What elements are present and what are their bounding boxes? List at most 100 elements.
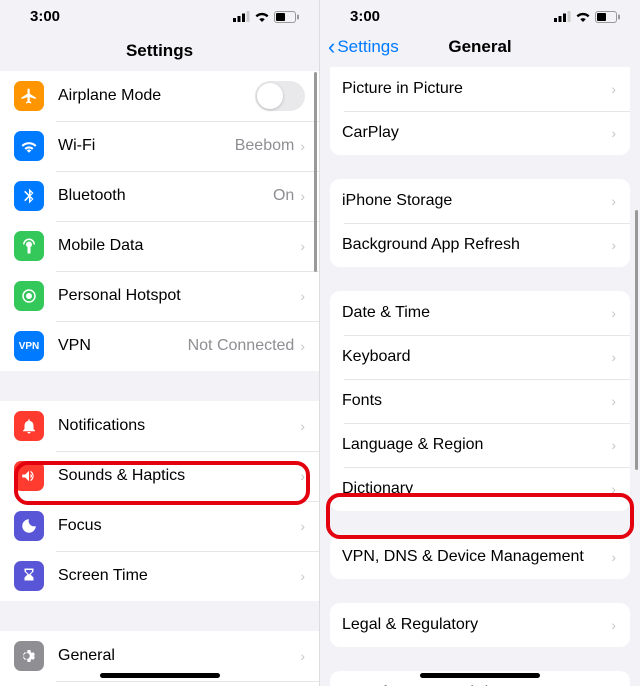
vpn-value: Not Connected bbox=[188, 337, 295, 355]
row-bluetooth[interactable]: Bluetooth On › bbox=[0, 171, 319, 221]
row-carplay[interactable]: CarPlay › bbox=[330, 111, 630, 155]
airplane-icon bbox=[14, 81, 44, 111]
hourglass-icon bbox=[14, 561, 44, 591]
row-label: Fonts bbox=[342, 392, 611, 410]
row-label: CarPlay bbox=[342, 124, 611, 142]
back-button[interactable]: ‹ Settings bbox=[328, 34, 399, 60]
chevron-icon: › bbox=[611, 237, 616, 253]
gear-icon bbox=[14, 641, 44, 671]
row-label: Keyboard bbox=[342, 348, 611, 366]
chevron-icon: › bbox=[611, 349, 616, 365]
wifi-icon bbox=[254, 11, 270, 22]
chevron-icon: › bbox=[611, 125, 616, 141]
row-label: Picture in Picture bbox=[342, 80, 611, 98]
row-label: Screen Time bbox=[58, 567, 300, 585]
status-time: 3:00 bbox=[30, 8, 60, 25]
chevron-icon: › bbox=[300, 518, 305, 534]
row-label: Wi-Fi bbox=[58, 137, 235, 155]
status-bar: 3:00 bbox=[0, 0, 319, 27]
chevron-icon: › bbox=[300, 188, 305, 204]
status-time: 3:00 bbox=[350, 8, 380, 25]
bell-icon bbox=[14, 411, 44, 441]
row-label: Dictionary bbox=[342, 480, 611, 498]
chevron-icon: › bbox=[611, 617, 616, 633]
status-bar: 3:00 bbox=[320, 0, 640, 27]
row-vpn[interactable]: VPN VPN Not Connected › bbox=[0, 321, 319, 371]
row-label: Legal & Regulatory bbox=[342, 616, 611, 634]
cellular-icon bbox=[233, 11, 250, 22]
row-iphone-storage[interactable]: iPhone Storage › bbox=[330, 179, 630, 223]
row-label: iPhone Storage bbox=[342, 192, 611, 210]
chevron-icon: › bbox=[300, 138, 305, 154]
row-label: Bluetooth bbox=[58, 187, 273, 205]
battery-icon bbox=[595, 11, 620, 23]
scroll-indicator bbox=[314, 72, 317, 272]
row-language-region[interactable]: Language & Region › bbox=[330, 423, 630, 467]
row-label: General bbox=[58, 647, 300, 665]
bluetooth-value: On bbox=[273, 187, 294, 205]
settings-group-connectivity: Airplane Mode Wi-Fi Beebom › Bluetooth O… bbox=[0, 71, 319, 371]
row-legal-regulatory[interactable]: Legal & Regulatory › bbox=[330, 603, 630, 647]
chevron-icon: › bbox=[611, 305, 616, 321]
home-indicator[interactable] bbox=[100, 673, 220, 678]
general-group-1: Picture in Picture › CarPlay › bbox=[330, 67, 630, 155]
row-label: Mobile Data bbox=[58, 237, 300, 255]
chevron-icon: › bbox=[611, 437, 616, 453]
nav-header: ‹ Settings General bbox=[320, 27, 640, 67]
row-screen-time[interactable]: Screen Time › bbox=[0, 551, 319, 601]
row-dictionary[interactable]: Dictionary › bbox=[330, 467, 630, 511]
wifi-icon bbox=[575, 11, 591, 22]
row-fonts[interactable]: Fonts › bbox=[330, 379, 630, 423]
battery-icon bbox=[274, 11, 299, 23]
row-label: Focus bbox=[58, 517, 300, 535]
status-icons bbox=[554, 11, 620, 23]
settings-group-notifications: Notifications › Sounds & Haptics › Focus… bbox=[0, 401, 319, 601]
row-wifi[interactable]: Wi-Fi Beebom › bbox=[0, 121, 319, 171]
wifi-icon bbox=[14, 131, 44, 161]
row-mobile-data[interactable]: Mobile Data › bbox=[0, 221, 319, 271]
chevron-icon: › bbox=[300, 338, 305, 354]
page-title: Settings bbox=[0, 27, 319, 71]
chevron-icon: › bbox=[300, 418, 305, 434]
chevron-icon: › bbox=[611, 481, 616, 497]
general-group-5: Legal & Regulatory › bbox=[330, 603, 630, 647]
row-label: Airplane Mode bbox=[58, 87, 255, 105]
row-label: Background App Refresh bbox=[342, 236, 611, 254]
row-label: VPN bbox=[58, 337, 188, 355]
row-control-centre[interactable]: Control Centre › bbox=[0, 681, 319, 686]
row-sounds[interactable]: Sounds & Haptics › bbox=[0, 451, 319, 501]
chevron-icon: › bbox=[611, 393, 616, 409]
row-notifications[interactable]: Notifications › bbox=[0, 401, 319, 451]
status-icons bbox=[233, 11, 299, 23]
row-picture-in-picture[interactable]: Picture in Picture › bbox=[330, 67, 630, 111]
chevron-left-icon: ‹ bbox=[328, 34, 335, 60]
row-focus[interactable]: Focus › bbox=[0, 501, 319, 551]
antenna-icon bbox=[14, 231, 44, 261]
row-vpn-dns-management[interactable]: VPN, DNS & Device Management › bbox=[330, 535, 630, 579]
chevron-icon: › bbox=[300, 568, 305, 584]
row-label: VPN, DNS & Device Management bbox=[342, 548, 611, 566]
row-keyboard[interactable]: Keyboard › bbox=[330, 335, 630, 379]
hotspot-icon bbox=[14, 281, 44, 311]
row-background-refresh[interactable]: Background App Refresh › bbox=[330, 223, 630, 267]
row-date-time[interactable]: Date & Time › bbox=[330, 291, 630, 335]
general-group-4: VPN, DNS & Device Management › bbox=[330, 535, 630, 579]
chevron-icon: › bbox=[300, 468, 305, 484]
chevron-icon: › bbox=[611, 81, 616, 97]
row-label: Language & Region bbox=[342, 436, 611, 454]
airplane-toggle[interactable] bbox=[255, 81, 305, 111]
home-indicator[interactable] bbox=[420, 673, 540, 678]
chevron-icon: › bbox=[300, 238, 305, 254]
settings-screen: 3:00 Settings Airplane Mode Wi-Fi Beebom… bbox=[0, 0, 320, 686]
chevron-icon: › bbox=[611, 549, 616, 565]
general-group-2: iPhone Storage › Background App Refresh … bbox=[330, 179, 630, 267]
vpn-icon: VPN bbox=[14, 331, 44, 361]
speaker-icon bbox=[14, 461, 44, 491]
row-personal-hotspot[interactable]: Personal Hotspot › bbox=[0, 271, 319, 321]
row-airplane-mode[interactable]: Airplane Mode bbox=[0, 71, 319, 121]
moon-icon bbox=[14, 511, 44, 541]
row-label: Date & Time bbox=[342, 304, 611, 322]
cellular-icon bbox=[554, 11, 571, 22]
general-group-3: Date & Time › Keyboard › Fonts › Languag… bbox=[330, 291, 630, 511]
chevron-icon: › bbox=[300, 648, 305, 664]
